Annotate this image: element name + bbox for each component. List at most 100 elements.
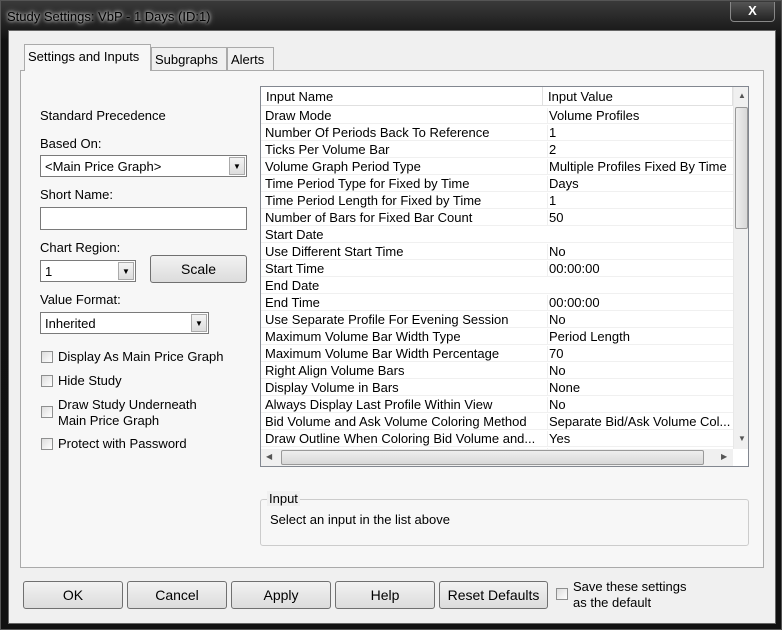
column-header-input-name[interactable]: Input Name [261, 87, 543, 106]
input-row[interactable]: End Date [261, 277, 733, 294]
help-button[interactable]: Help [335, 581, 435, 609]
input-value[interactable]: No [547, 397, 733, 412]
input-name: Start Date [265, 227, 324, 242]
input-row[interactable]: Number Of Periods Back To Reference 1 [261, 124, 733, 141]
based-on-label: Based On: [40, 136, 102, 151]
chart-region-select[interactable]: 1 ▼ [40, 260, 136, 282]
input-name: Volume Graph Period Type [265, 159, 421, 174]
input-row[interactable]: Bid Volume and Ask Volume Coloring Metho… [261, 413, 733, 430]
based-on-select[interactable]: <Main Price Graph> ▼ [40, 155, 247, 177]
value-format-select[interactable]: Inherited ▼ [40, 312, 209, 334]
vertical-scroll-thumb[interactable] [735, 107, 748, 229]
input-row[interactable]: Time Period Length for Fixed by Time 1 [261, 192, 733, 209]
draw-underneath-label-line2: Main Price Graph [58, 413, 160, 428]
save-default-label: Save these settings [573, 579, 687, 594]
value-format-label: Value Format: [40, 292, 121, 307]
vertical-scrollbar[interactable]: ▲ ▼ [733, 87, 748, 449]
cancel-button[interactable]: Cancel [127, 581, 227, 609]
input-name: End Date [265, 278, 320, 293]
inputs-list[interactable]: Input Name Input Value Draw Mode Volume P… [260, 86, 749, 467]
horizontal-scroll-thumb[interactable] [281, 450, 704, 465]
input-group-title: Input [267, 491, 300, 506]
input-value[interactable]: 70 [547, 346, 733, 361]
input-value[interactable]: Multiple Profiles Fixed By Time [547, 159, 733, 174]
chevron-down-icon[interactable]: ▼ [229, 157, 245, 175]
input-value[interactable]: No [547, 244, 733, 259]
input-value[interactable]: 1 [547, 193, 733, 208]
input-name: Always Display Last Profile Within View [265, 397, 493, 412]
apply-button[interactable]: Apply [231, 581, 331, 609]
input-row[interactable]: Time Period Type for Fixed by Time Days [261, 175, 733, 192]
chart-region-label: Chart Region: [40, 240, 121, 255]
input-row[interactable]: Maximum Volume Bar Width Percentage 70 [261, 345, 733, 362]
input-value[interactable]: No [547, 312, 733, 327]
short-name-input[interactable] [40, 207, 247, 230]
input-name: Ticks Per Volume Bar [265, 142, 390, 157]
input-name: Maximum Volume Bar Width Percentage [265, 346, 500, 361]
input-row[interactable]: End Time 00:00:00 [261, 294, 733, 311]
input-value[interactable]: Volume Profiles [547, 108, 733, 123]
save-default-checkbox[interactable] [556, 588, 568, 600]
input-value[interactable]: Yes [547, 431, 733, 446]
scroll-left-icon[interactable]: ◀ [266, 452, 272, 461]
input-row[interactable]: Volume Graph Period Type Multiple Profile… [261, 158, 733, 175]
input-row[interactable]: Right Align Volume Bars No [261, 362, 733, 379]
input-name: Number Of Periods Back To Reference [265, 125, 490, 140]
chevron-down-icon[interactable]: ▼ [118, 262, 134, 280]
reset-defaults-button[interactable]: Reset Defaults [439, 581, 548, 609]
input-row[interactable]: Use Different Start Time No [261, 243, 733, 260]
input-row[interactable]: Use Separate Profile For Evening Session… [261, 311, 733, 328]
close-button[interactable]: X [730, 2, 775, 22]
display-as-main-label: Display As Main Price Graph [58, 349, 224, 364]
ok-button[interactable]: OK [23, 581, 123, 609]
input-value[interactable]: 00:00:00 [547, 295, 733, 310]
input-value[interactable]: Separate Bid/Ask Volume Col... [547, 414, 733, 429]
protect-password-label: Protect with Password [58, 436, 187, 451]
input-groupbox: Input Select an input in the list above [260, 491, 749, 546]
input-row[interactable]: Draw Mode Volume Profiles [261, 107, 733, 124]
draw-underneath-checkbox[interactable] [41, 406, 53, 418]
input-name: Draw Mode [265, 108, 332, 123]
draw-underneath-label: Draw Study Underneath [58, 397, 197, 412]
window-title: Study Settings: VbP - 1 Days (ID:1) [7, 9, 211, 24]
protect-password-checkbox[interactable] [41, 438, 53, 450]
input-row[interactable]: Start Date [261, 226, 733, 243]
hide-study-checkbox[interactable] [41, 375, 53, 387]
tab-alerts[interactable]: Alerts [227, 47, 274, 71]
input-row[interactable]: Display Volume in Bars None [261, 379, 733, 396]
input-value[interactable]: 2 [547, 142, 733, 157]
input-name: Start Time [265, 261, 325, 276]
display-as-main-checkbox[interactable] [41, 351, 53, 363]
input-value[interactable]: 00:00:00 [547, 261, 733, 276]
scroll-right-icon[interactable]: ▶ [721, 452, 727, 461]
chevron-down-icon[interactable]: ▼ [191, 314, 207, 332]
input-value[interactable]: Days [547, 176, 733, 191]
value-format-value: Inherited [45, 316, 96, 331]
input-row[interactable]: Number of Bars for Fixed Bar Count 50 [261, 209, 733, 226]
scroll-up-icon[interactable]: ▲ [738, 91, 746, 100]
column-header-input-value[interactable]: Input Value [543, 87, 733, 106]
input-row[interactable]: Maximum Volume Bar Width Type Period Leng… [261, 328, 733, 345]
input-row[interactable]: Start Time 00:00:00 [261, 260, 733, 277]
input-row[interactable]: Ticks Per Volume Bar 2 [261, 141, 733, 158]
input-row[interactable]: Always Display Last Profile Within View N… [261, 396, 733, 413]
input-name: Display Volume in Bars [265, 380, 399, 395]
input-name: Time Period Length for Fixed by Time [265, 193, 482, 208]
chart-region-value: 1 [45, 264, 53, 279]
input-value[interactable]: Period Length [547, 329, 733, 344]
input-value[interactable]: None [547, 380, 733, 395]
input-name: Time Period Type for Fixed by Time [265, 176, 470, 191]
input-name: Draw Outline When Coloring Bid Volume an… [265, 431, 536, 446]
scale-button[interactable]: Scale [150, 255, 247, 283]
input-name: Use Different Start Time [265, 244, 404, 259]
tab-subgraphs[interactable]: Subgraphs [151, 47, 227, 71]
save-default-label-line2: as the default [573, 595, 652, 610]
input-value[interactable]: 1 [547, 125, 733, 140]
hide-study-label: Hide Study [58, 373, 122, 388]
input-value[interactable]: 50 [547, 210, 733, 225]
input-value[interactable]: No [547, 363, 733, 378]
input-row[interactable]: Draw Outline When Coloring Bid Volume an… [261, 430, 733, 447]
tab-settings-and-inputs[interactable]: Settings and Inputs [24, 44, 151, 71]
scroll-down-icon[interactable]: ▼ [738, 434, 746, 443]
horizontal-scrollbar[interactable]: ◀ ▶ [261, 449, 733, 466]
